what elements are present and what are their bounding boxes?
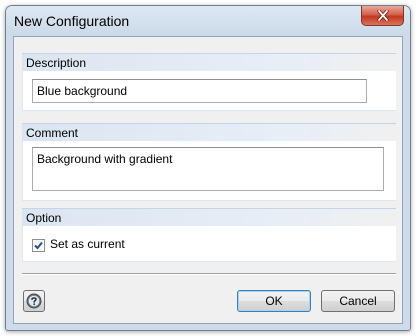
dialog-client-area: Description Blue background Comment Back…: [13, 36, 403, 324]
help-icon: [26, 293, 42, 309]
description-group-header: Description: [22, 53, 396, 71]
cancel-button[interactable]: Cancel: [321, 290, 395, 312]
dialog-title: New Configuration: [14, 13, 130, 29]
help-button[interactable]: [23, 290, 45, 312]
dialog-window: New Configuration Description Blue backg…: [5, 5, 411, 331]
option-group: Set as current: [22, 226, 396, 262]
set-current-checkbox[interactable]: [32, 239, 45, 252]
checkmark-icon: [34, 241, 43, 250]
comment-group-header: Comment: [22, 123, 396, 141]
title-bar[interactable]: New Configuration: [6, 6, 410, 36]
comment-group: Background with gradient: [22, 141, 396, 201]
footer-separator: [22, 273, 396, 275]
set-current-label[interactable]: Set as current: [50, 237, 125, 251]
option-group-header: Option: [22, 208, 396, 226]
close-button[interactable]: [361, 6, 404, 26]
close-icon: [376, 10, 389, 21]
comment-input[interactable]: Background with gradient: [32, 147, 384, 191]
description-input[interactable]: Blue background: [32, 79, 367, 103]
description-group: Blue background: [22, 71, 396, 111]
ok-button[interactable]: OK: [237, 290, 311, 312]
